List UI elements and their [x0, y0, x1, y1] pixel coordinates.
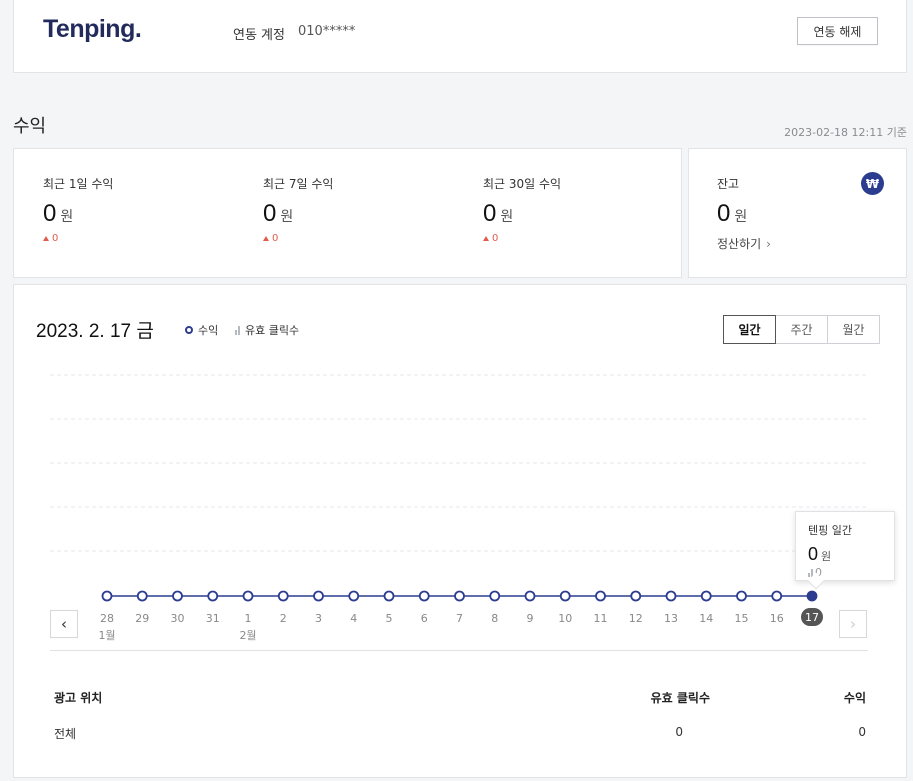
as-of-timestamp: 2023-02-18 12:11 기준: [784, 126, 907, 139]
table-cell-revenue: 0: [858, 725, 866, 739]
data-point: [665, 590, 677, 602]
table-cell-clicks: 0: [675, 725, 683, 739]
table-header-revenue: 수익: [843, 691, 866, 705]
stat-value: 0: [263, 200, 277, 227]
table-header-position: 광고 위치: [54, 691, 103, 705]
section-title: 수익: [13, 116, 47, 137]
x-tick-label: 14: [699, 612, 713, 625]
x-tick-label: 16: [770, 612, 784, 625]
x-tick-label: 10: [558, 612, 572, 625]
data-point: [101, 590, 113, 602]
x-tick-label: 31: [206, 612, 220, 625]
data-point: [207, 590, 219, 602]
balance-card: 잔고 0원 정산하기 › ₩: [688, 148, 907, 278]
x-tick-label: 2: [280, 612, 287, 625]
stat-unit: 원: [60, 209, 74, 225]
data-point: [524, 590, 536, 602]
arrow-up-icon: [483, 236, 489, 241]
chart-tooltip: 텐핑 일간 0원 0: [795, 511, 895, 590]
data-point: [630, 590, 642, 602]
x-tick-label: 7: [456, 612, 463, 625]
won-icon: ₩: [861, 172, 884, 195]
x-tick-label: 4: [350, 612, 357, 625]
month-label: 2월: [239, 629, 256, 642]
daily-chart-card: 2023. 2. 17 금 수익 유효 클릭수 일간 주간 월간 28 29 30 3…: [13, 284, 907, 778]
stat-value: 0: [483, 200, 497, 227]
table-header-clicks: 유효 클릭수: [650, 691, 710, 705]
data-point: [736, 590, 747, 602]
x-tick-label: 6: [421, 612, 428, 625]
tooltip-label: 텐핑 일간: [808, 524, 852, 537]
linked-account-card: Tenping. 연동 계정 010***** 연동 해제: [13, 0, 907, 73]
prev-button[interactable]: ‹: [50, 610, 78, 638]
stat-delta: 0: [43, 233, 113, 244]
stat-value: 0: [43, 200, 57, 227]
chevron-right-icon: ›: [850, 615, 856, 633]
x-tick-label: 29: [135, 612, 149, 625]
data-point: [418, 590, 430, 602]
x-tick-label: 15: [735, 612, 749, 625]
stat-delta: 0: [483, 233, 561, 244]
stat-1day: 최근 1일 수익 0원 0: [43, 175, 113, 244]
data-point: [595, 590, 606, 602]
x-tick-label: 8: [491, 612, 498, 625]
stat-7day: 최근 7일 수익 0원 0: [263, 175, 333, 244]
stat-unit: 원: [280, 209, 294, 225]
earnings-summary-card: 최근 1일 수익 0원 0 최근 7일 수익 0원 0 최근 30일 수익 0원…: [13, 148, 682, 278]
tenping-logo[interactable]: Tenping.: [43, 15, 142, 44]
settle-link[interactable]: 정산하기 ›: [717, 235, 771, 252]
x-tick-label: 5: [386, 612, 393, 625]
data-point: [489, 590, 501, 602]
balance-unit: 원: [734, 209, 748, 225]
x-tick-label: 28: [100, 612, 114, 625]
balance-label: 잔고: [717, 177, 740, 191]
unlink-button[interactable]: 연동 해제: [797, 17, 878, 45]
tab-daily[interactable]: 일간: [723, 315, 776, 344]
stat-label: 최근 30일 수익: [483, 177, 562, 191]
stat-30day: 최근 30일 수익 0원 0: [483, 175, 561, 244]
next-button[interactable]: ›: [839, 610, 867, 638]
tooltip-unit: 원: [821, 550, 832, 563]
x-tick-label: 12: [629, 612, 643, 625]
data-point: [277, 590, 289, 602]
stat-label: 최근 7일 수익: [263, 177, 334, 191]
divider: [50, 650, 868, 651]
data-point: [559, 590, 571, 602]
data-point: [313, 590, 324, 602]
data-point: [700, 590, 712, 602]
linked-account-label: 연동 계정: [233, 28, 285, 43]
balance-value: 0: [717, 200, 731, 227]
data-point: [806, 590, 818, 602]
data-point: [172, 590, 183, 602]
tooltip-value: 0: [808, 544, 819, 564]
table-cell-position: 전체: [54, 727, 77, 741]
x-tick-label: 13: [664, 612, 678, 625]
month-label: 1월: [98, 629, 115, 642]
data-point: [771, 590, 783, 602]
x-tick-label: 30: [171, 612, 185, 625]
stat-label: 최근 1일 수익: [43, 177, 114, 191]
data-point: [136, 590, 148, 602]
chevron-right-icon: ›: [766, 236, 771, 251]
data-point: [348, 590, 360, 602]
arrow-up-icon: [43, 236, 49, 241]
x-tick-label: 9: [527, 612, 534, 625]
stat-delta: 0: [263, 233, 333, 244]
linked-account-value: 010*****: [298, 24, 356, 39]
arrow-up-icon: [263, 236, 269, 241]
x-tick-label: 1: [245, 612, 252, 625]
x-tick-label: 11: [594, 612, 608, 625]
x-tick-label: 17: [805, 611, 819, 624]
data-point: [454, 590, 465, 602]
x-tick-label: 3: [315, 612, 322, 625]
chevron-left-icon: ‹: [61, 615, 67, 633]
data-point: [242, 590, 254, 602]
stat-unit: 원: [500, 209, 514, 225]
data-point: [383, 590, 395, 602]
balance-stat: 잔고 0원 정산하기 ›: [717, 175, 771, 252]
